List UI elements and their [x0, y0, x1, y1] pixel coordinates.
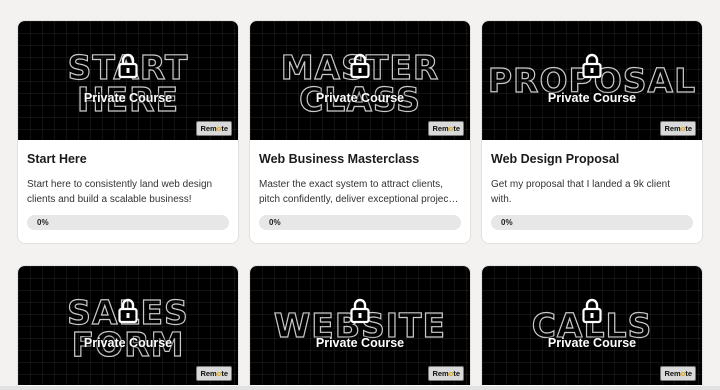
private-course-label: Private Course: [547, 91, 637, 105]
course-card-website[interactable]: WEBSITE Private Course Remote: [249, 265, 471, 390]
lock-icon: [118, 298, 138, 324]
remote-badge: Remote: [660, 366, 696, 381]
course-thumbnail[interactable]: SALESFORM Private Course Remote: [18, 266, 238, 385]
course-description: Master the exact system to attract clien…: [259, 179, 457, 205]
course-card-calls[interactable]: CALLS Private Course Remote: [481, 265, 703, 390]
course-thumbnail[interactable]: PROPOSAL Private Course Remote: [482, 21, 702, 140]
course-thumbnail[interactable]: WEBSITE Private Course Remote: [250, 266, 470, 385]
remote-badge: Remote: [428, 121, 464, 136]
course-card-sales-form[interactable]: SALESFORM Private Course Remote: [17, 265, 239, 390]
course-title[interactable]: Web Business Masterclass: [259, 152, 461, 166]
progress-bar: 0%: [491, 215, 693, 230]
remote-badge: Remote: [196, 121, 232, 136]
lock-icon: [118, 53, 138, 79]
course-title[interactable]: Web Design Proposal: [491, 152, 693, 166]
course-card-start-here[interactable]: STARTHERE Private Course Remote Start He…: [17, 20, 239, 244]
private-course-label: Private Course: [83, 336, 173, 350]
progress-bar: 0%: [259, 215, 461, 230]
lock-icon: [582, 53, 602, 79]
course-description: Start here to consistently land web desi…: [27, 179, 213, 205]
course-thumbnail[interactable]: MASTERCLASS Private Course Remote: [250, 21, 470, 140]
course-thumbnail[interactable]: STARTHERE Private Course Remote: [18, 21, 238, 140]
lock-icon: [350, 53, 370, 79]
private-course-label: Private Course: [315, 91, 405, 105]
remote-badge: Remote: [196, 366, 232, 381]
private-course-label: Private Course: [315, 336, 405, 350]
course-card-web-design-proposal[interactable]: PROPOSAL Private Course Remote Web Desig…: [481, 20, 703, 244]
course-title[interactable]: Start Here: [27, 152, 229, 166]
remote-badge: Remote: [428, 366, 464, 381]
lock-icon: [350, 298, 370, 324]
remote-badge: Remote: [660, 121, 696, 136]
private-course-label: Private Course: [83, 91, 173, 105]
horizontal-scrollbar[interactable]: [0, 386, 720, 390]
course-thumbnail[interactable]: CALLS Private Course Remote: [482, 266, 702, 385]
private-course-label: Private Course: [547, 336, 637, 350]
course-description: Get my proposal that I landed a 9k clien…: [491, 179, 670, 205]
progress-bar: 0%: [27, 215, 229, 230]
course-card-web-business-masterclass[interactable]: MASTERCLASS Private Course Remote Web Bu…: [249, 20, 471, 244]
lock-icon: [582, 298, 602, 324]
